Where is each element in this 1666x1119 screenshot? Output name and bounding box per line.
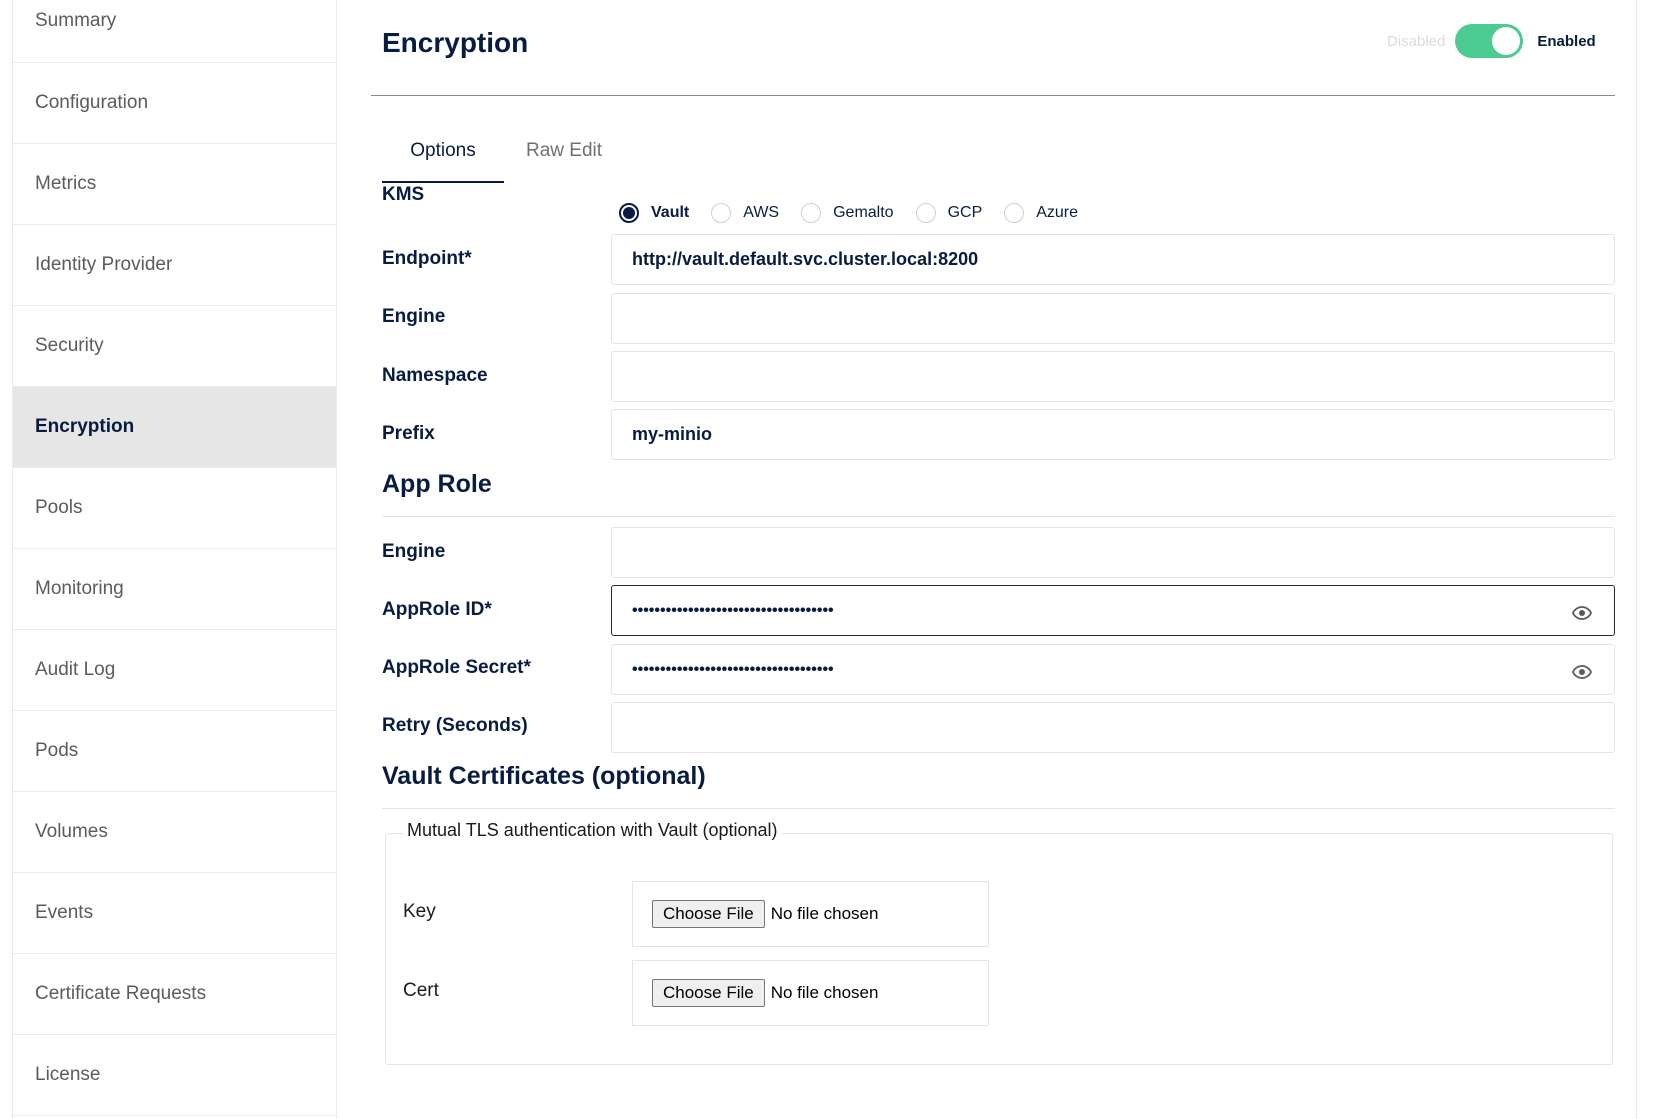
approle-secret-label: AppRole Secret*	[382, 657, 531, 678]
sidebar-item-pods[interactable]: Pods	[13, 711, 336, 792]
sidebar-item-certificate-requests[interactable]: Certificate Requests	[13, 954, 336, 1035]
cert-file-input: Choose File No file chosen	[632, 960, 989, 1026]
namespace-input[interactable]	[611, 351, 1615, 402]
sidebar-item-label: Volumes	[35, 821, 108, 842]
kms-label: KMS	[382, 184, 425, 205]
approle-id-input[interactable]: ••••••••••••••••••••••••••••••••••••	[611, 585, 1615, 636]
tab-options[interactable]: Options	[382, 128, 504, 183]
radio-unchecked-icon	[915, 203, 936, 223]
approle-id-value: ••••••••••••••••••••••••••••••••••••	[632, 601, 834, 619]
toggle-enabled-label: Enabled	[1537, 32, 1596, 50]
key-file-input: Choose File No file chosen	[632, 881, 989, 947]
radio-checked-icon	[619, 203, 639, 223]
app-role-title: App Role	[382, 470, 492, 498]
toggle-disabled-label: Disabled	[1387, 32, 1446, 50]
namespace-label: Namespace	[382, 365, 488, 386]
radio-label: Gemalto	[833, 204, 894, 221]
endpoint-label: Endpoint*	[382, 248, 472, 269]
retry-label: Retry (Seconds)	[382, 715, 528, 736]
radio-label: AWS	[743, 204, 780, 221]
vault-certificates-divider	[382, 808, 1615, 809]
sidebar-item-summary[interactable]: Summary	[13, 0, 336, 63]
sidebar-item-monitoring[interactable]: Monitoring	[13, 549, 336, 630]
toggle-knob	[1492, 27, 1521, 55]
sidebar-item-label: Pools	[35, 497, 83, 518]
approle-id-label: AppRole ID*	[382, 599, 492, 620]
key-choose-file-button[interactable]: Choose File	[652, 900, 765, 928]
kms-option-aws[interactable]: AWS	[711, 203, 779, 223]
sidebar-item-events[interactable]: Events	[13, 873, 336, 954]
sidebar-item-pools[interactable]: Pools	[13, 468, 336, 549]
sidebar-item-encryption[interactable]: Encryption	[13, 387, 336, 468]
approle-secret-value: ••••••••••••••••••••••••••••••••••••	[632, 660, 834, 678]
vault-certificates-title: Vault Certificates (optional)	[382, 762, 706, 790]
approle-engine-label: Engine	[382, 541, 446, 562]
sidebar: Summary Configuration Metrics Identity P…	[12, 0, 337, 1119]
cert-label: Cert	[403, 980, 439, 1001]
sidebar-item-label: Encryption	[35, 416, 135, 437]
kms-option-azure[interactable]: Azure	[1004, 203, 1078, 223]
kms-option-gemalto[interactable]: Gemalto	[801, 203, 894, 223]
cert-file-status: No file chosen	[770, 983, 879, 1002]
sidebar-item-label: Audit Log	[35, 659, 116, 680]
tab-raw-edit[interactable]: Raw Edit	[504, 128, 624, 183]
approle-secret-input[interactable]: ••••••••••••••••••••••••••••••••••••	[611, 644, 1615, 695]
engine-input[interactable]	[611, 293, 1615, 344]
kms-option-vault[interactable]: Vault	[619, 203, 689, 223]
radio-unchecked-icon	[801, 203, 822, 223]
sidebar-item-configuration[interactable]: Configuration	[13, 63, 336, 144]
cert-choose-file-button[interactable]: Choose File	[652, 979, 765, 1007]
kms-option-gcp[interactable]: GCP	[915, 203, 983, 223]
main-content: Encryption Disabled Enabled Options Raw …	[337, 0, 1666, 1119]
sidebar-item-label: Security	[35, 335, 104, 356]
radio-label: GCP	[947, 204, 983, 221]
prefix-label: Prefix	[382, 423, 435, 444]
endpoint-input[interactable]: http://vault.default.svc.cluster.local:8…	[611, 234, 1615, 285]
sidebar-item-label: Identity Provider	[35, 254, 173, 275]
encryption-enabled-toggle[interactable]	[1455, 24, 1524, 58]
sidebar-item-audit-log[interactable]: Audit Log	[13, 630, 336, 711]
radio-label: Vault	[651, 204, 690, 221]
sidebar-item-label: Certificate Requests	[35, 983, 207, 1004]
eye-icon[interactable]	[1572, 663, 1592, 679]
app-role-divider	[382, 516, 1615, 517]
sidebar-item-label: Metrics	[35, 173, 97, 194]
prefix-value: my-minio	[632, 424, 713, 444]
sidebar-item-volumes[interactable]: Volumes	[13, 792, 336, 873]
sidebar-item-label: Monitoring	[35, 578, 124, 599]
page-title: Encryption	[382, 27, 529, 58]
sidebar-item-security[interactable]: Security	[13, 306, 336, 387]
kms-radio-group: Vault AWS Gemalto GCP Azure	[619, 203, 1100, 223]
eye-icon[interactable]	[1572, 604, 1592, 620]
radio-unchecked-icon	[1004, 203, 1025, 223]
sidebar-item-label: License	[35, 1064, 101, 1085]
mtls-fieldset	[385, 833, 1613, 1065]
approle-engine-input[interactable]	[611, 527, 1615, 578]
encryption-toggle-group: Disabled Enabled	[1387, 24, 1596, 58]
title-divider	[371, 95, 1615, 96]
mtls-legend: Mutual TLS authentication with Vault (op…	[403, 820, 782, 841]
sidebar-item-label: Events	[35, 902, 94, 923]
prefix-input[interactable]: my-minio	[611, 409, 1615, 460]
sidebar-item-label: Configuration	[35, 92, 149, 113]
retry-input[interactable]	[611, 702, 1615, 753]
radio-label: Azure	[1036, 204, 1079, 221]
radio-unchecked-icon	[711, 203, 732, 223]
engine-label: Engine	[382, 306, 446, 327]
sidebar-item-license[interactable]: License	[13, 1035, 336, 1116]
key-file-status: No file chosen	[770, 904, 879, 923]
sidebar-item-metrics[interactable]: Metrics	[13, 144, 336, 225]
endpoint-value: http://vault.default.svc.cluster.local:8…	[632, 249, 979, 269]
sidebar-item-label: Pods	[35, 740, 79, 761]
sidebar-item-label: Summary	[35, 10, 117, 31]
key-label: Key	[403, 901, 436, 922]
tab-bar: Options Raw Edit	[382, 128, 624, 183]
sidebar-item-identity-provider[interactable]: Identity Provider	[13, 225, 336, 306]
